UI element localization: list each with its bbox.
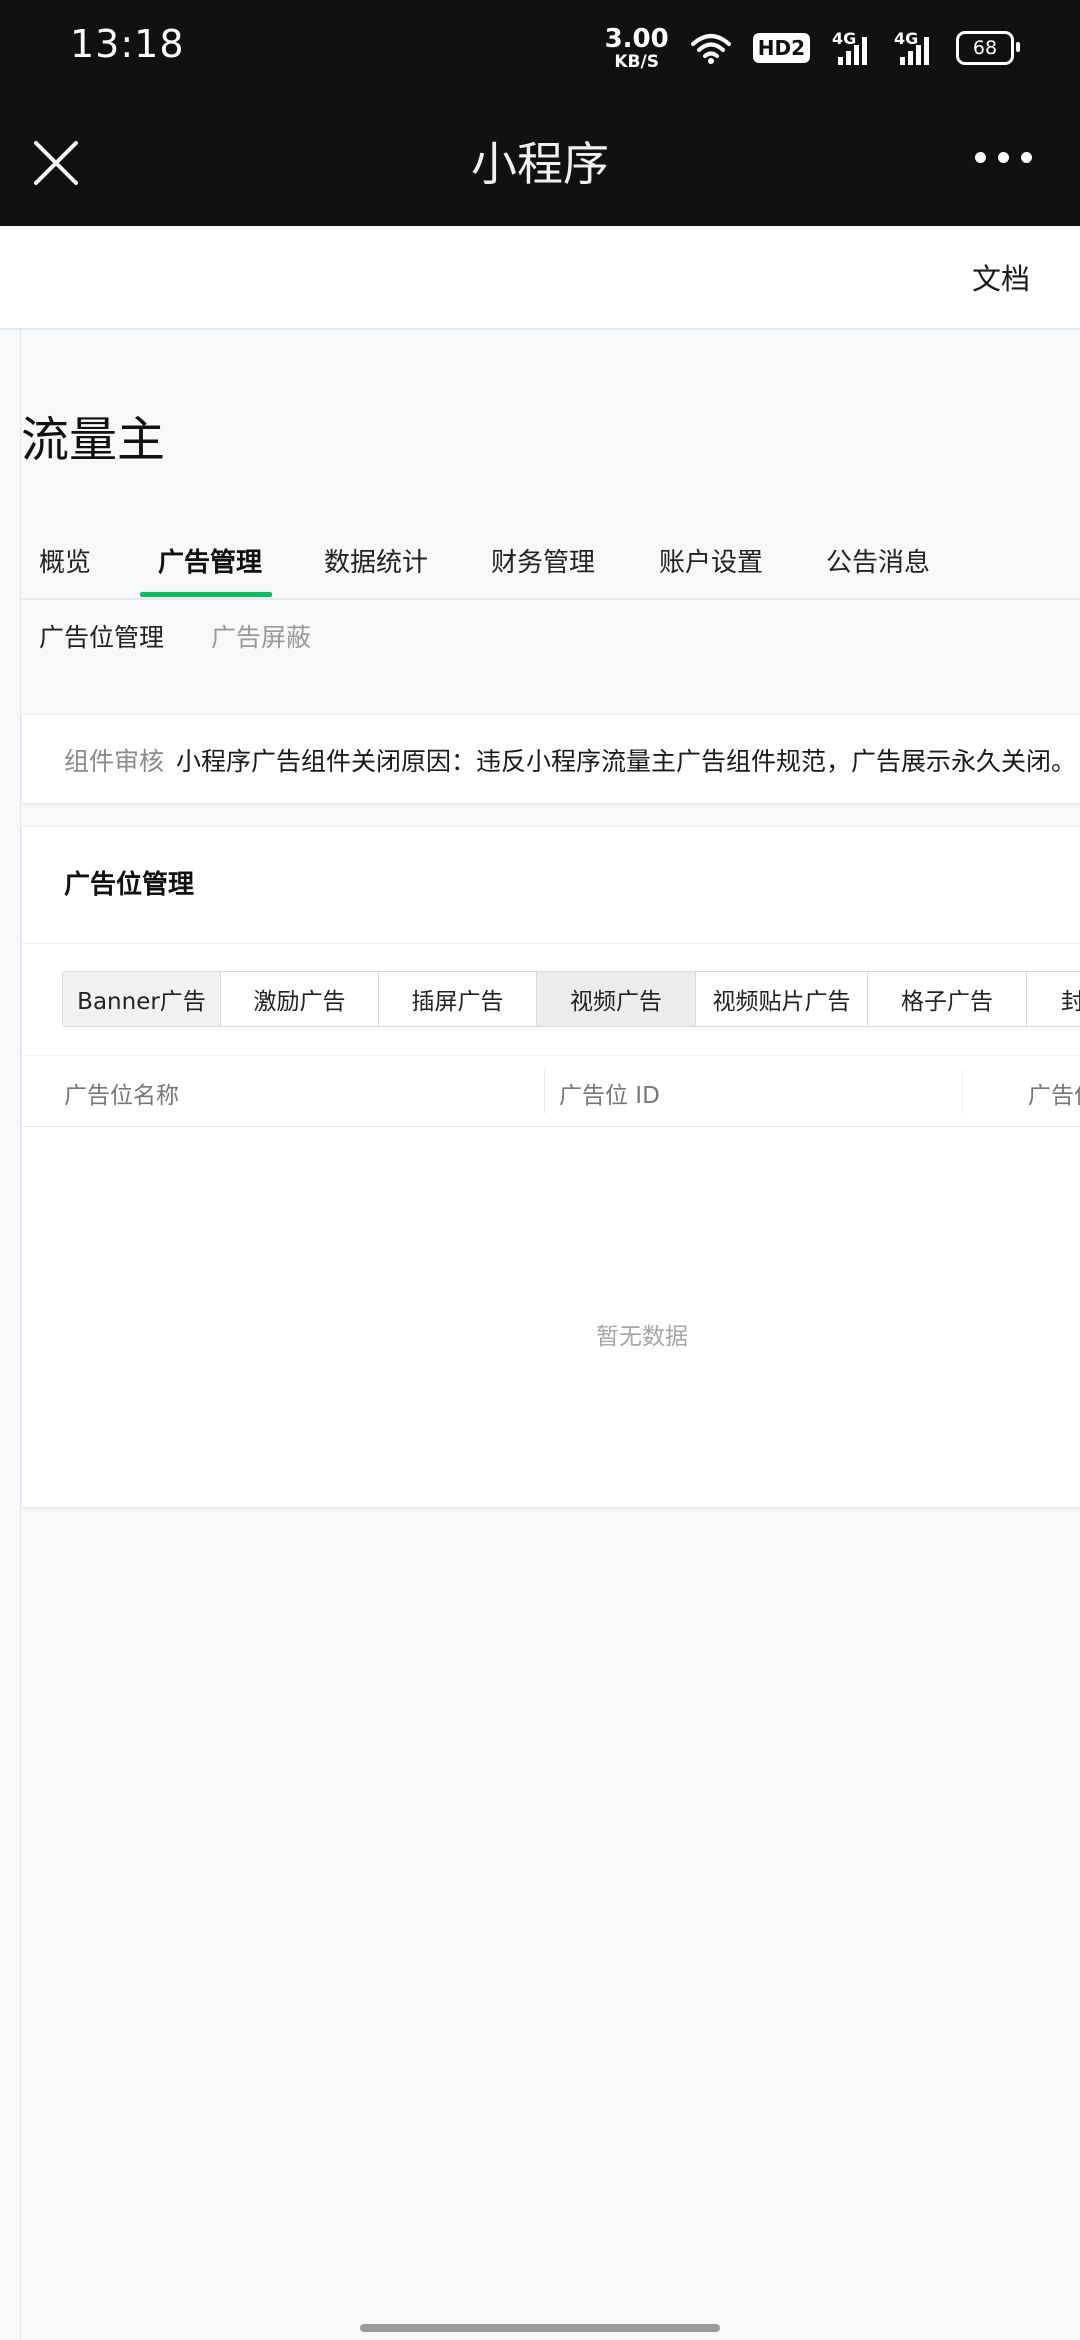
ad-type-rewarded[interactable]: 激励广告 [221,972,379,1026]
ad-type-interstitial[interactable]: 插屏广告 [379,972,537,1026]
nav-title: 小程序 [471,137,609,191]
battery-icon: 68 [956,31,1020,65]
ad-type-grid[interactable]: 格子广告 [868,972,1027,1026]
column-separator [544,1068,545,1114]
signal-2-label: 4G [894,29,919,48]
column-ad-slot-id: 广告位 ID [559,1083,660,1109]
column-ad-slot-extra: 广告位 [1028,1083,1080,1109]
ad-type-banner[interactable]: Banner广告 [63,972,221,1026]
status-icons: 3.00 KB/S HD2 4G 4G 68 [605,24,1020,72]
table-header: 广告位名称 广告位 ID 广告位 [22,1055,1080,1127]
signal-icon-1: 4G [832,29,872,65]
tab-data-stats[interactable]: 数据统计 [324,542,428,579]
ad-type-video-preroll[interactable]: 视频贴片广告 [696,972,868,1026]
column-ad-slot-name: 广告位名称 [64,1083,179,1109]
tab-finance[interactable]: 财务管理 [491,542,595,579]
network-speed-unit: KB/S [614,51,659,72]
wifi-icon [690,34,731,64]
main-tabs: 概览 广告管理 数据统计 财务管理 账户设置 公告消息 [21,520,1080,600]
notice-label: 组件审核 [64,747,165,776]
status-bar: 13:18 3.00 KB/S HD2 4G 4G 68 [0,0,1080,100]
ad-type-video[interactable]: 视频广告 [537,972,696,1026]
divider [22,943,1080,944]
subtab-ad-blocking[interactable]: 广告屏蔽 [211,618,311,654]
notice-text: 小程序广告组件关闭原因：违反小程序流量主广告组件规范，广告展示永久关闭。 [176,747,1077,776]
screen: 13:18 3.00 KB/S HD2 4G 4G 68 小程序 文档 流量主 … [0,0,1080,2340]
signal-icon-2: 4G [894,29,934,65]
doc-header: 文档 [0,226,1080,330]
subtab-ad-slot-management[interactable]: 广告位管理 [39,618,164,654]
tab-overview[interactable]: 概览 [39,542,91,579]
main-content: 流量主 概览 广告管理 数据统计 财务管理 账户设置 公告消息 广告位管理 广告… [20,330,1080,2340]
hd-icon: HD2 [752,33,810,63]
network-speed-value: 3.00 [604,23,669,54]
tab-account-settings[interactable]: 账户设置 [659,542,763,579]
home-indicator[interactable] [360,2324,720,2332]
page-title: 流量主 [21,412,166,468]
ad-type-cover[interactable]: 封 [1027,972,1080,1026]
review-notice: 组件审核 小程序广告组件关闭原因：违反小程序流量主广告组件规范，广告展示永久关闭… [21,714,1080,804]
status-time: 13:18 [70,22,185,66]
active-tab-indicator [140,592,272,597]
sub-tabs: 广告位管理 广告屏蔽 [21,598,1080,668]
battery-level: 68 [972,37,998,59]
empty-state-text: 暂无数据 [596,1324,688,1350]
column-separator [962,1068,963,1114]
tab-ad-management[interactable]: 广告管理 [158,542,262,579]
ad-slot-card: 广告位管理 Banner广告 激励广告 插屏广告 视频广告 视频贴片广告 格子广… [21,826,1080,1508]
mini-program-nav-bar: 小程序 [0,100,1080,226]
network-speed: 3.00 KB/S [605,26,669,71]
tab-announcements[interactable]: 公告消息 [826,542,930,579]
signal-1-label: 4G [832,29,857,48]
doc-link[interactable]: 文档 [972,256,1030,298]
ad-type-selector: Banner广告 激励广告 插屏广告 视频广告 视频贴片广告 格子广告 封 [62,971,1080,1027]
more-dots-icon[interactable] [975,152,1032,163]
card-title: 广告位管理 [64,870,195,900]
